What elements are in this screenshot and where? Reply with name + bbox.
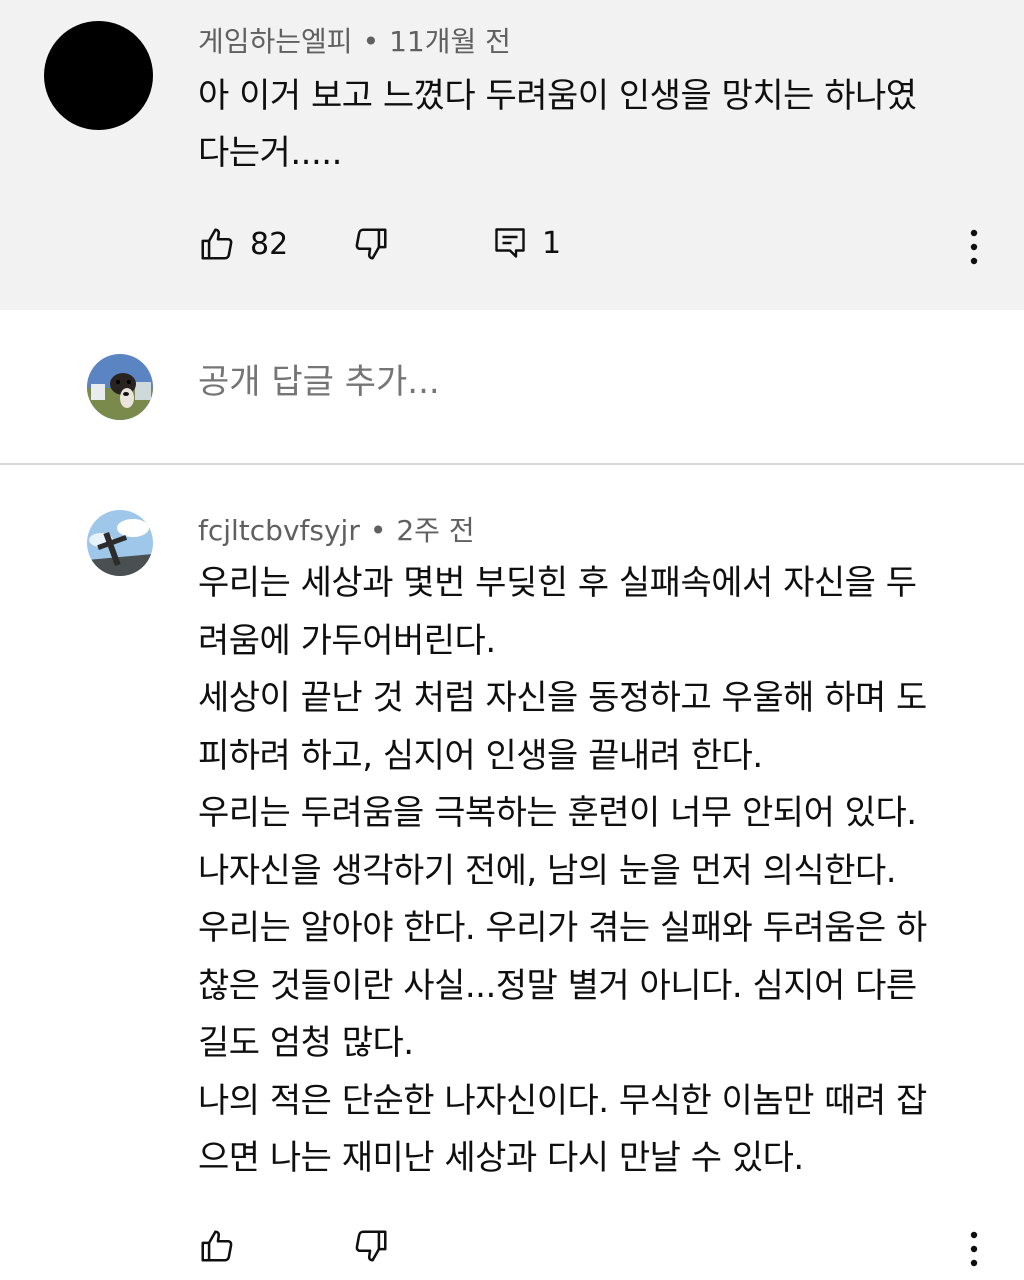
user-photo-icon [87, 510, 153, 576]
dislike-button[interactable] [352, 225, 390, 263]
like-count: 82 [250, 226, 289, 262]
more-vert-icon [970, 229, 978, 265]
thumbs-down-icon [355, 1230, 387, 1262]
top-comment: 게임하는엘피 • 11개월 전 아 이거 보고 느꼈다 두려움이 인생을 망치는 하… [0, 0, 1024, 310]
comment-meta: 게임하는엘피 • 11개월 전 [198, 20, 511, 60]
comment-text: 아 이거 보고 느꼈다 두려움이 인생을 망치는 하나였 다는거..... [198, 76, 917, 173]
comment-thread: 게임하는엘피 • 11개월 전 아 이거 보고 느꼈다 두려움이 인생을 망치는 하… [0, 0, 1024, 1280]
more-options-button[interactable] [964, 1229, 984, 1273]
user-photo-icon [87, 354, 153, 420]
thumbs-up-icon [201, 228, 233, 260]
reply-comment: fcjltcbvfsyjr • 2주 전 우리는 세상과 몇번 부딪힌 후 실패속에… [0, 465, 1024, 1280]
thumbs-down-icon [355, 228, 387, 260]
more-vert-icon [970, 1231, 978, 1267]
avatar[interactable] [87, 354, 153, 420]
reply-count: 1 [542, 225, 562, 261]
comment-actions: 82 1 [198, 215, 998, 275]
like-button[interactable] [198, 1227, 236, 1265]
comment-icon [495, 228, 525, 258]
reply-input-row [0, 310, 1024, 463]
reply-input[interactable] [198, 362, 898, 402]
thumbs-up-icon [201, 1230, 233, 1262]
avatar[interactable] [87, 510, 153, 576]
more-options-button[interactable] [964, 227, 984, 271]
dislike-button[interactable] [352, 1227, 390, 1265]
comment-meta: fcjltcbvfsyjr • 2주 전 [198, 509, 475, 549]
avatar[interactable] [44, 21, 153, 130]
like-button[interactable]: 82 [198, 225, 288, 263]
author-name[interactable]: fcjltcbvfsyjr [198, 514, 360, 547]
meta-separator: • [369, 514, 387, 547]
author-name[interactable]: 게임하는엘피 [198, 25, 353, 58]
comment-text: 우리는 세상과 몇번 부딪힌 후 실패속에서 자신을 두 려움에 가두어버린다.… [198, 563, 927, 1178]
comment-actions [198, 1217, 998, 1277]
comment-time[interactable]: 2주 전 [396, 514, 474, 547]
meta-separator: • [362, 25, 380, 58]
reply-button[interactable]: 1 [492, 225, 561, 261]
comment-time[interactable]: 11개월 전 [389, 25, 511, 58]
